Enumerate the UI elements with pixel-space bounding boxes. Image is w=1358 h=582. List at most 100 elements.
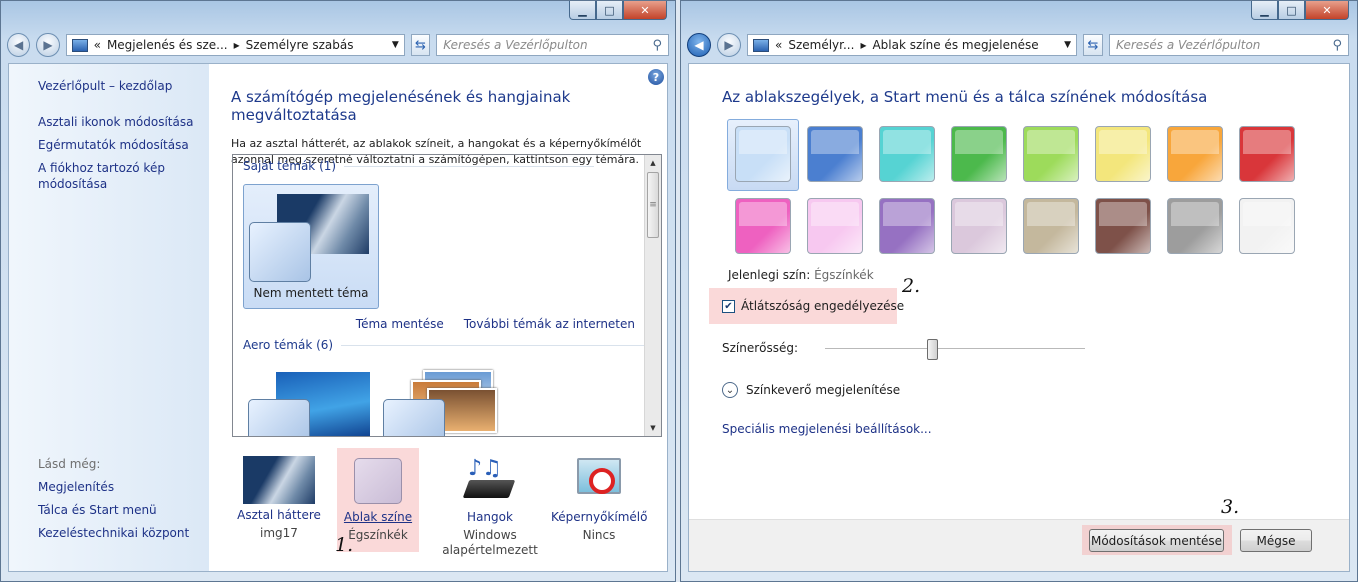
theme-unsaved[interactable]: Nem mentett téma [243, 184, 379, 309]
color-swatch[interactable] [1023, 198, 1079, 254]
color-swatch[interactable] [735, 198, 791, 254]
more-themes-link[interactable]: További témák az interneten [464, 317, 635, 331]
color-swatch[interactable] [951, 126, 1007, 182]
breadcrumb-personalization[interactable]: Személyr... [788, 38, 854, 52]
see-also-taskbar[interactable]: Tálca és Start menü [38, 502, 189, 518]
search-box[interactable]: Keresés a Vezérlőpulton ⚲ [1109, 34, 1349, 56]
scroll-up-icon[interactable]: ▲ [645, 155, 661, 171]
breadcrumb-appearance[interactable]: Megjelenés és sze... [107, 38, 228, 52]
sounds-link[interactable]: Hangok [442, 510, 538, 524]
search-input[interactable]: Keresés a Vezérlőpulton [1116, 38, 1260, 52]
color-swatch[interactable] [807, 126, 863, 182]
intensity-label: Színerősség: [722, 341, 799, 355]
address-dropdown-icon[interactable]: ▼ [392, 40, 399, 50]
intensity-slider-track[interactable] [825, 348, 1085, 350]
maximize-button[interactable]: □ [1278, 1, 1305, 20]
color-swatch[interactable] [735, 126, 791, 182]
breadcrumb-overflow-icon[interactable]: « [775, 38, 782, 52]
close-button[interactable]: ✕ [1305, 1, 1349, 20]
intensity-slider-thumb[interactable] [926, 339, 938, 360]
address-bar[interactable]: « Személyr... ▸ Ablak színe és megjelené… [747, 34, 1077, 56]
back-button[interactable]: ◀ [7, 33, 31, 57]
cancel-button[interactable]: Mégse [1240, 529, 1312, 552]
title-bar[interactable]: ▁ □ ✕ [681, 1, 1357, 27]
theme-list[interactable]: Saját témák (1) Nem mentett téma Téma me… [232, 154, 662, 437]
refresh-button[interactable]: ⇆ [410, 34, 431, 56]
color-swatch[interactable] [879, 126, 935, 182]
main-panel: ? A számítógép megjelenésének és hangjai… [209, 64, 667, 571]
transparency-checkbox[interactable]: ✔ Átlátszóság engedélyezése [722, 299, 904, 313]
color-swatch[interactable] [1239, 198, 1295, 254]
chevron-down-icon[interactable]: ⌄ [722, 382, 738, 398]
advanced-appearance-link[interactable]: Speciális megjelenési beállítások... [722, 422, 932, 436]
breadcrumb-personalization[interactable]: Személyre szabás [246, 38, 354, 52]
color-swatch[interactable] [879, 198, 935, 254]
desktop-background-item[interactable]: Asztal háttere img17 [231, 456, 327, 541]
current-color: Jelenlegi szín: Égszínkék [728, 268, 874, 282]
theme-architecture[interactable] [383, 370, 505, 436]
see-also-ease-of-access[interactable]: Kezeléstechnikai központ [38, 525, 189, 541]
close-button[interactable]: ✕ [623, 1, 667, 20]
scroll-thumb[interactable]: ≡ [647, 172, 659, 238]
breadcrumb-separator-icon[interactable]: ▸ [860, 38, 866, 52]
main-panel: Az ablakszegélyek, a Start menü és a tál… [689, 64, 1349, 571]
see-also-label: Lásd még: [38, 457, 101, 471]
sidebar-item-desktop-icons[interactable]: Asztali ikonok módosítása [38, 114, 209, 130]
color-swatch[interactable] [1239, 126, 1295, 182]
theme-list-scrollbar[interactable]: ▲ ≡ ▼ [644, 155, 661, 436]
screensaver-item[interactable]: Képernyőkímélő Nincs [551, 456, 647, 543]
personalization-window: ▁ □ ✕ ◀ ▶ « Megjelenés és sze... ▸ Szemé… [0, 0, 676, 582]
control-panel-icon [71, 38, 88, 52]
forward-button[interactable]: ▶ [36, 33, 60, 57]
color-swatch[interactable] [1167, 198, 1223, 254]
forward-button[interactable]: ▶ [717, 33, 741, 57]
back-button[interactable]: ◀ [687, 33, 711, 57]
sounds-item[interactable]: ♪♫ Hangok Windows alapértelmezett [442, 456, 538, 558]
maximize-button[interactable]: □ [596, 1, 623, 20]
color-swatch[interactable] [1095, 126, 1151, 182]
client-area: Az ablakszegélyek, a Start menü és a tál… [688, 63, 1350, 572]
theme-settings-row: Asztal háttere img17 Ablak színe Égszínk… [231, 448, 671, 576]
sidebar-item-home[interactable]: Vezérlőpult – kezdőlap [38, 78, 209, 94]
color-swatch[interactable] [807, 198, 863, 254]
screensaver-link[interactable]: Képernyőkímélő [551, 510, 647, 524]
search-icon[interactable]: ⚲ [1332, 38, 1342, 53]
color-swatch[interactable] [1167, 126, 1223, 182]
screensaver-icon [563, 456, 635, 506]
sidebar-item-mouse-pointers[interactable]: Egérmutatók módosítása [38, 137, 209, 153]
theme-name: Nem mentett téma [253, 286, 369, 300]
minimize-button[interactable]: ▁ [1251, 1, 1278, 20]
address-dropdown-icon[interactable]: ▼ [1064, 40, 1071, 50]
search-icon[interactable]: ⚲ [652, 38, 662, 53]
help-icon[interactable]: ? [648, 69, 664, 85]
aero-themes-group: Aero témák (6) [243, 338, 647, 352]
refresh-button[interactable]: ⇆ [1083, 34, 1103, 56]
checkbox-checked-icon[interactable]: ✔ [722, 299, 735, 313]
sidebar-item-account-picture[interactable]: A fiókhoz tartozó kép módosítása [38, 160, 178, 192]
color-mixer-expander[interactable]: ⌄ Színkeverő megjelenítése [722, 382, 900, 398]
save-theme-link[interactable]: Téma mentése [356, 317, 444, 331]
window-color-item[interactable]: Ablak színe Égszínkék [330, 456, 426, 543]
breadcrumb-window-color[interactable]: Ablak színe és megjelenése [872, 38, 1038, 52]
see-also-display[interactable]: Megjelenítés [38, 479, 189, 495]
color-swatch[interactable] [1023, 126, 1079, 182]
title-bar[interactable]: ▁ □ ✕ [1, 1, 675, 27]
window-color-link[interactable]: Ablak színe [330, 510, 426, 524]
theme-windows7[interactable] [248, 372, 370, 436]
window-color-icon [342, 456, 414, 506]
theme-color-glass [249, 222, 311, 282]
minimize-button[interactable]: ▁ [569, 1, 596, 20]
search-box[interactable]: Keresés a Vezérlőpulton ⚲ [436, 34, 669, 56]
save-changes-button[interactable]: Módosítások mentése [1089, 529, 1224, 552]
wallpaper-icon [243, 456, 315, 504]
breadcrumb-overflow-icon[interactable]: « [94, 38, 101, 52]
screensaver-value: Nincs [582, 528, 616, 542]
address-bar[interactable]: « Megjelenés és sze... ▸ Személyre szabá… [65, 34, 405, 56]
search-input[interactable]: Keresés a Vezérlőpulton [443, 38, 587, 52]
desktop-background-link[interactable]: Asztal háttere [231, 508, 327, 522]
scroll-down-icon[interactable]: ▼ [645, 420, 661, 436]
my-themes-group: Saját témák (1) [243, 159, 595, 173]
color-swatch[interactable] [951, 198, 1007, 254]
color-swatch[interactable] [1095, 198, 1151, 254]
breadcrumb-separator-icon[interactable]: ▸ [234, 38, 240, 52]
